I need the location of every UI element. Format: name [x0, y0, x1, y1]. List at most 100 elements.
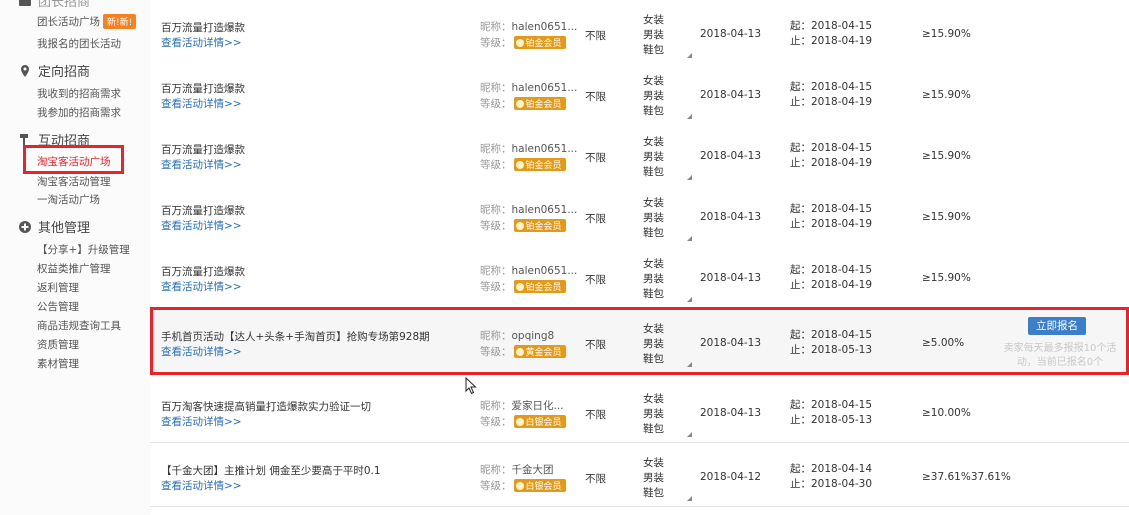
sidebar-group-title-label: 团长招商 [38, 0, 91, 10]
view-details-link[interactable]: 查看活动详情>> [161, 35, 242, 50]
sidebar-item[interactable]: 【分享+】升级管理 [37, 242, 130, 257]
sidebar-item-label: 资质管理 [37, 339, 79, 351]
member-badge: 白银会员 [513, 479, 566, 492]
publish-date: 2018-04-13 [700, 211, 762, 223]
category: 女装 [643, 393, 664, 405]
sidebar-group-label: 定向招商 [38, 65, 91, 80]
category: 男装 [643, 273, 664, 285]
resize-handle-icon[interactable] [687, 496, 692, 501]
sidebar-item[interactable]: 公告管理 [37, 299, 79, 314]
nickname-value: halen0651... [511, 204, 578, 216]
sidebar-item[interactable]: 返利管理 [37, 280, 79, 295]
sidebar-item-label: 返利管理 [37, 282, 79, 294]
view-details-link[interactable]: 查看活动详情>> [161, 218, 242, 233]
resize-handle-icon[interactable] [687, 175, 692, 180]
resize-handle-icon[interactable] [687, 236, 692, 241]
mouse-cursor-icon [465, 376, 477, 398]
member-badge-label: 白银会员 [525, 418, 562, 428]
sidebar-item[interactable]: 淘宝客活动管理 [37, 174, 111, 189]
view-details-link[interactable]: 查看活动详情>> [161, 96, 242, 111]
sidebar-item[interactable]: 商品违规查询工具 [37, 318, 121, 333]
member-level: 等级： 铂金会员 [480, 218, 566, 233]
limit-value: 不限 [585, 409, 606, 421]
end-label: 止： [790, 218, 811, 230]
category: 男装 [643, 29, 664, 41]
date-range: 起：2018-04-14 止：2018-04-30 [790, 462, 872, 492]
view-details-link[interactable]: 查看活动详情>> [161, 414, 242, 429]
sidebar-item[interactable]: 权益类推广管理 [37, 261, 111, 276]
activity-title: 百万流量打造爆款 [161, 22, 245, 34]
nickname-value: 千金大团 [511, 464, 554, 476]
highlight-box-row [150, 307, 1129, 375]
sidebar-group-directed[interactable]: 定向招商 [18, 61, 90, 80]
resize-handle-icon[interactable] [687, 114, 692, 119]
table-row: 百万流量打造爆款 查看活动详情>> 昵称：halen0651... 等级： 铂金会… [150, 124, 1129, 186]
sidebar-group-label: 其他管理 [38, 221, 91, 236]
sidebar-item-label: 我参加的招商需求 [37, 107, 121, 119]
member-level: 等级： 白银会员 [480, 478, 566, 493]
commission-rate: ≥15.90% [922, 272, 971, 284]
sidebar-item-label: 团长活动广场 [37, 16, 100, 28]
member-badge: 铂金会员 [513, 219, 566, 232]
limit-value: 不限 [585, 473, 606, 485]
highlight-box-sidebar [23, 145, 124, 174]
sidebar-item-team-leader-square[interactable]: 团长活动广场 新!新! [37, 14, 137, 29]
sidebar-item[interactable]: 我收到的招商需求 [37, 86, 121, 101]
member-badge-label: 铂金会员 [525, 161, 562, 171]
end-label: 止： [790, 157, 811, 169]
sidebar-item[interactable]: 资质管理 [37, 337, 79, 352]
category-list: 女装 男装 鞋包 [643, 135, 692, 180]
category-list: 女装 男装 鞋包 [643, 196, 692, 241]
level-label: 等级： [480, 220, 512, 232]
publish-date: 2018-04-13 [700, 89, 762, 101]
start-label: 起： [790, 463, 811, 475]
view-details-link[interactable]: 查看活动详情>> [161, 157, 242, 172]
category: 女装 [643, 136, 664, 148]
nickname-label: 昵称： [480, 21, 512, 33]
resize-handle-icon[interactable] [687, 297, 692, 302]
sidebar-group-other[interactable]: 其他管理 [18, 217, 90, 236]
sidebar-item-label: 素材管理 [37, 358, 79, 370]
nickname-label: 昵称： [480, 265, 512, 277]
nickname-value: halen0651... [511, 143, 578, 155]
start-date: 2018-04-15 [811, 399, 873, 411]
end-date: 2018-04-19 [811, 279, 873, 291]
sidebar-item[interactable]: 我参加的招商需求 [37, 105, 121, 120]
start-date: 2018-04-14 [811, 463, 873, 475]
location-pin-icon [18, 64, 32, 78]
level-label: 等级： [480, 281, 512, 293]
resize-handle-icon[interactable] [687, 53, 692, 58]
activity-title: 百万淘客快速提高销量打造爆款实力验证一切 [161, 401, 371, 413]
publish-date: 2018-04-12 [700, 471, 762, 483]
level-label: 等级： [480, 480, 512, 492]
member-level: 等级： 铂金会员 [480, 35, 566, 50]
member-level: 等级： 铂金会员 [480, 157, 566, 172]
nickname: 昵称：halen0651... [480, 80, 577, 95]
sidebar-item-my-team-activities[interactable]: 我报名的团长活动 [37, 36, 121, 51]
category: 女装 [643, 457, 664, 469]
limit-value: 不限 [585, 213, 606, 225]
start-label: 起： [790, 203, 811, 215]
category: 鞋包 [643, 227, 664, 239]
category: 男装 [643, 472, 664, 484]
limit-value: 不限 [585, 274, 606, 286]
publish-date: 2018-04-13 [700, 150, 762, 162]
view-details-link[interactable]: 查看活动详情>> [161, 478, 242, 493]
commission-rate: ≥15.90% [922, 211, 971, 223]
new-badge: 新!新! [103, 14, 137, 29]
category: 男装 [643, 408, 664, 420]
publish-date: 2018-04-13 [700, 28, 762, 40]
category-list: 女装 男装 鞋包 [643, 456, 692, 501]
sidebar-item[interactable]: 一淘活动广场 [37, 192, 100, 207]
medal-icon [515, 481, 524, 490]
member-badge-label: 白银会员 [525, 482, 562, 492]
resize-handle-icon[interactable] [687, 432, 692, 437]
date-range: 起：2018-04-15 止：2018-04-19 [790, 80, 872, 110]
start-date: 2018-04-15 [811, 142, 873, 154]
activity-title: 百万流量打造爆款 [161, 266, 245, 278]
limit-value: 不限 [585, 152, 606, 164]
view-details-link[interactable]: 查看活动详情>> [161, 279, 242, 294]
category: 男装 [643, 90, 664, 102]
table-row: 【千金大团】主推计划 佣金至少要高于平时0.1 查看活动详情>> 昵称：千金大团… [150, 445, 1129, 507]
sidebar-item[interactable]: 素材管理 [37, 356, 79, 371]
